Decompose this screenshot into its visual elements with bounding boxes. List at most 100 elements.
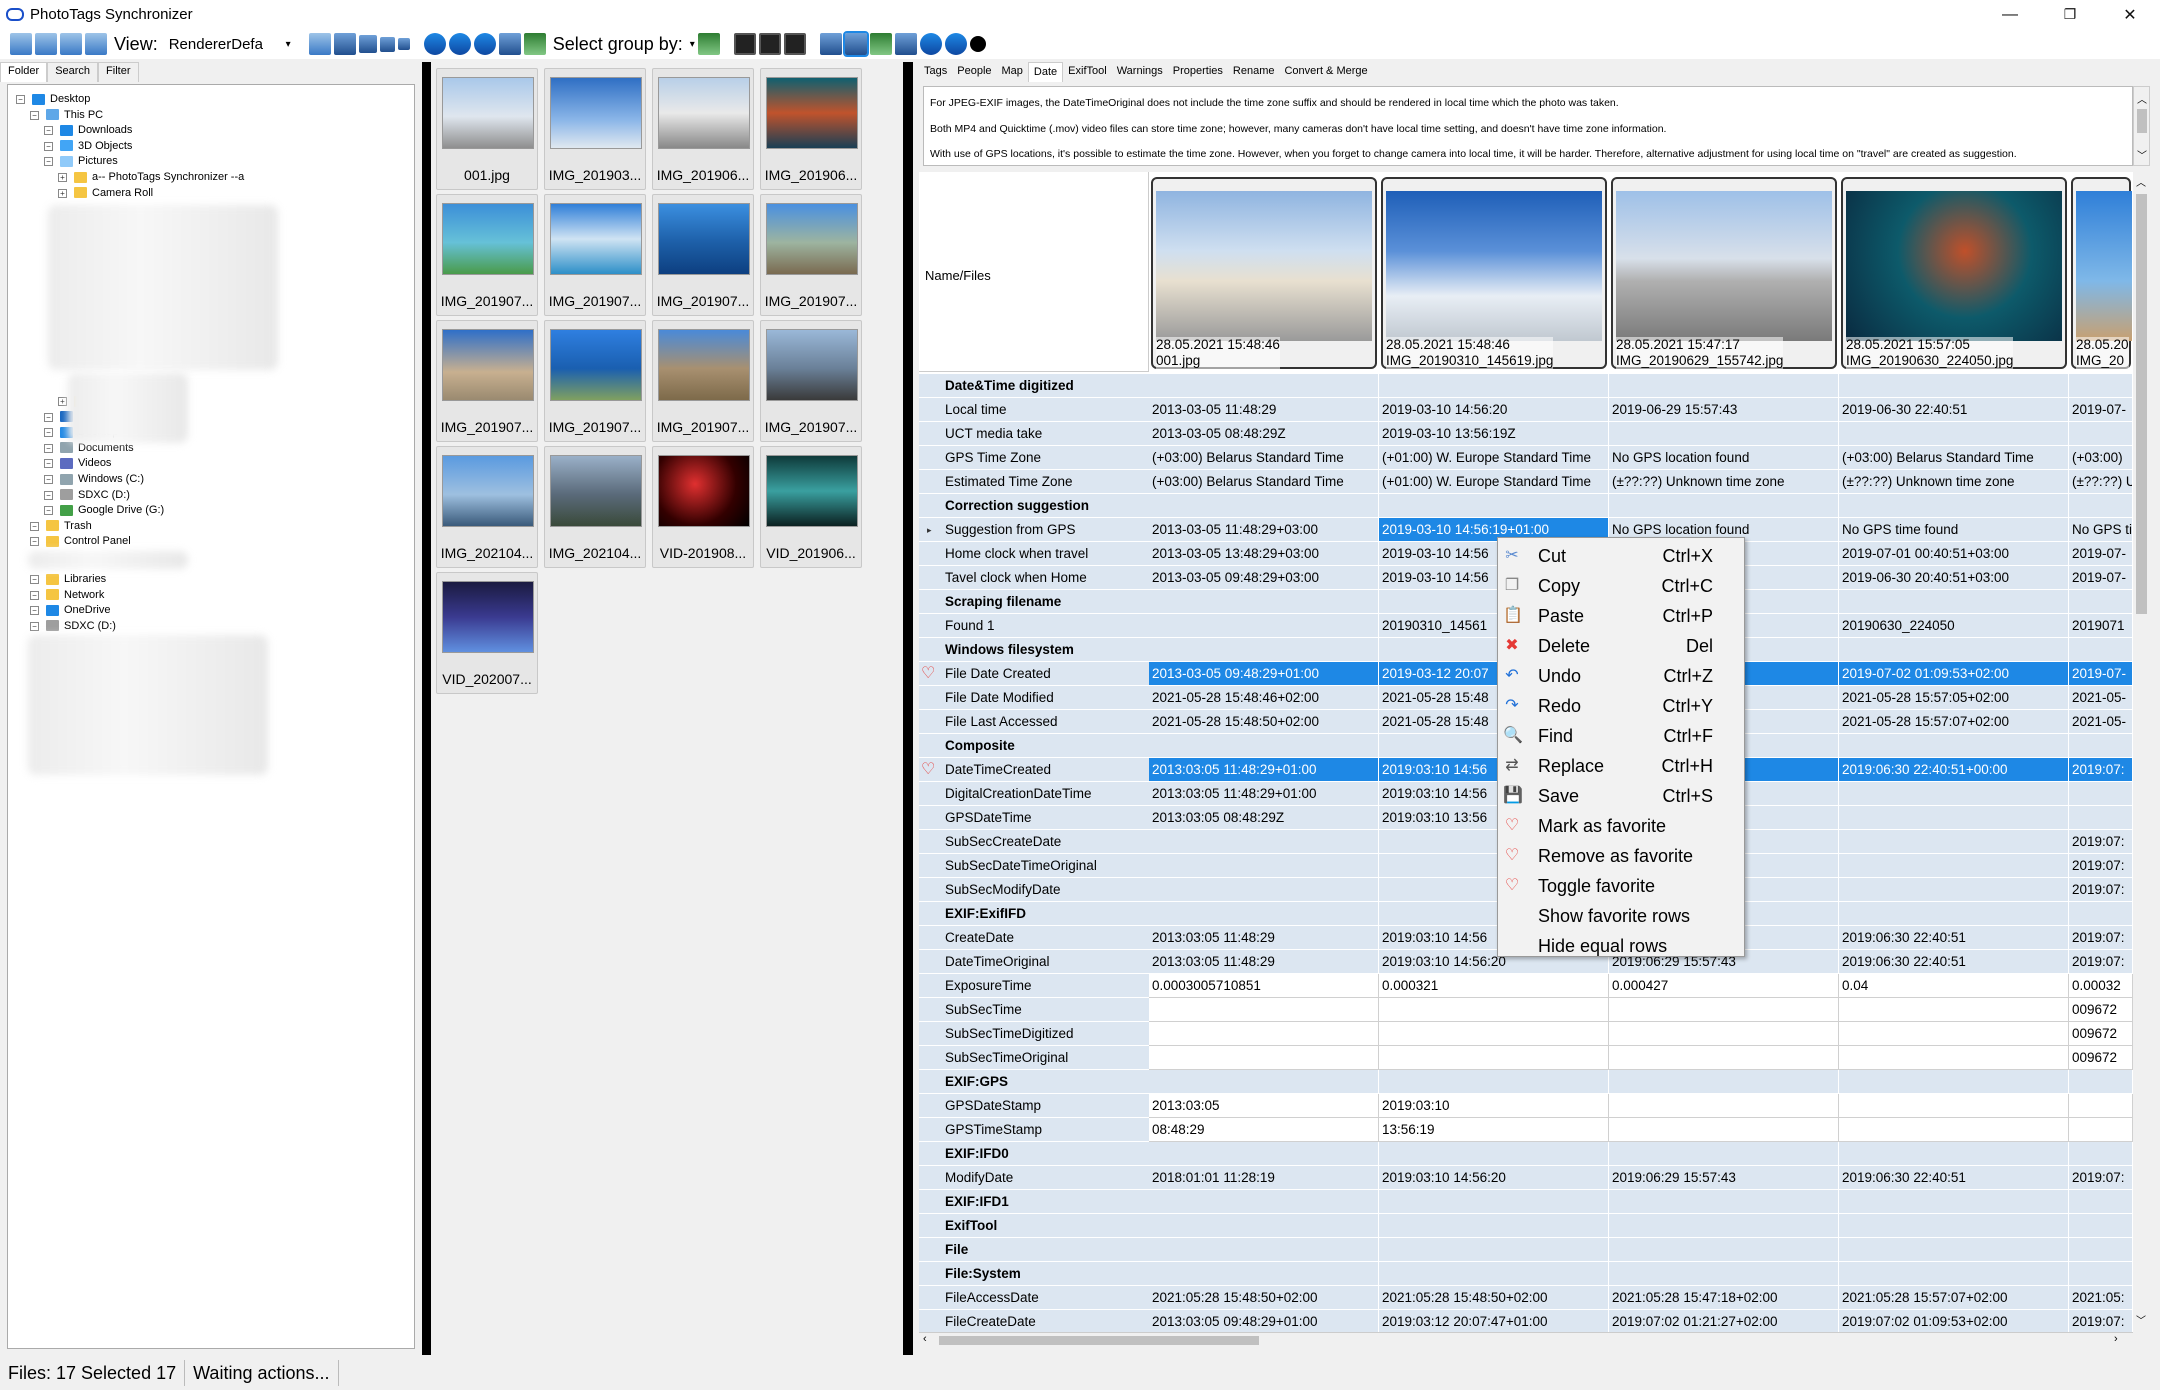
- grid-cell[interactable]: [1149, 1262, 1379, 1286]
- grid-cell[interactable]: [2069, 422, 2133, 446]
- grid-cell[interactable]: 2013-03-05 09:48:29+03:00: [1149, 566, 1379, 590]
- grid-cell[interactable]: 2019-07-: [2069, 662, 2133, 686]
- grid-cell[interactable]: 2019:06:30 22:40:51: [1839, 1166, 2069, 1190]
- layout-columns-icon[interactable]: [60, 33, 82, 55]
- grid-cell[interactable]: [2069, 806, 2133, 830]
- grid-row[interactable]: Local time 2013-03-05 11:48:29 2019-03-10 …: [919, 398, 2133, 422]
- tree-expander-icon[interactable]: −: [44, 459, 53, 469]
- grid-cell[interactable]: [1379, 374, 1609, 398]
- grid-cell[interactable]: [1149, 1142, 1379, 1166]
- grid-cell[interactable]: 2013:03:05: [1149, 1094, 1379, 1118]
- grid-cell[interactable]: 2019:07:: [2069, 830, 2133, 854]
- tree-item[interactable]: Google Drive (G:): [60, 502, 164, 518]
- grid-cell[interactable]: 2013:03:05 11:48:29+01:00: [1149, 758, 1379, 782]
- grid-cell[interactable]: [1839, 854, 2069, 878]
- media-icon[interactable]: [498, 33, 521, 55]
- grid-cell[interactable]: 2019:07:: [2069, 758, 2133, 782]
- tree-expander-icon[interactable]: −: [30, 606, 39, 616]
- context-menu-item-remove-as-favorite[interactable]: ♡ Remove as favorite: [1498, 841, 1746, 871]
- grid-cell[interactable]: [1839, 1238, 2069, 1262]
- splitter-right[interactable]: [903, 62, 913, 1355]
- grid-cell[interactable]: [1839, 782, 2069, 806]
- grid-cell[interactable]: 2019-03-10 14:56:20: [1379, 398, 1609, 422]
- grid-view-2-icon[interactable]: [758, 33, 781, 55]
- grid-cell[interactable]: [1609, 494, 1839, 518]
- grid-row[interactable]: Estimated Time Zone (+03:00) Belarus Stan…: [919, 470, 2133, 494]
- grid-cell[interactable]: 0.04: [1839, 974, 2069, 998]
- grid-cell[interactable]: [1379, 1214, 1609, 1238]
- grid-cell[interactable]: [1609, 1238, 1839, 1262]
- grid-cell[interactable]: [1839, 1190, 2069, 1214]
- image-tiny-icon[interactable]: [397, 38, 410, 50]
- grid-cell[interactable]: 009672: [2069, 1046, 2133, 1070]
- grid-cell[interactable]: 2021:05:28 15:48:50+02:00: [1149, 1286, 1379, 1310]
- tree-item[interactable]: Downloads: [60, 122, 132, 138]
- tree-item[interactable]: Network: [46, 587, 104, 603]
- grid-cell[interactable]: [1149, 494, 1379, 518]
- panel-toggle-icon[interactable]: [819, 33, 842, 55]
- grid-cell[interactable]: [1839, 1142, 2069, 1166]
- grid-cell[interactable]: [2069, 1238, 2133, 1262]
- info-icon[interactable]: [969, 36, 986, 52]
- grid-row[interactable]: UCT media take 2013-03-05 08:48:29Z 2019-0…: [919, 422, 2133, 446]
- panel-split-icon[interactable]: [842, 31, 869, 57]
- photo-column-header[interactable]: 28.05.2021 15:57:05 IMG_20190630_224050.j…: [1841, 177, 2067, 369]
- context-menu-item-hide-equal-rows[interactable]: Hide equal rows: [1498, 931, 1746, 961]
- rotate-left-icon[interactable]: [423, 33, 446, 55]
- grid-cell[interactable]: [1839, 734, 2069, 758]
- grid-cell[interactable]: [1379, 1022, 1609, 1046]
- grid-cell[interactable]: 2019:06:29 15:57:43: [1609, 1166, 1839, 1190]
- grid-cell[interactable]: 0.000427: [1609, 974, 1839, 998]
- tree-expander-icon[interactable]: −: [44, 126, 53, 136]
- grid-cell[interactable]: [2069, 494, 2133, 518]
- grid-cell[interactable]: 2013-03-05 08:48:29Z: [1149, 422, 1379, 446]
- tree-item[interactable]: Desktop: [32, 91, 90, 107]
- grid-cell[interactable]: 2019:03:10 14:56:20: [1379, 1166, 1609, 1190]
- grid-cell[interactable]: [1149, 902, 1379, 926]
- grid-cell[interactable]: (±??:??) U: [2069, 470, 2133, 494]
- grid-cell[interactable]: [1609, 374, 1839, 398]
- grid-cell[interactable]: 2019:07:: [2069, 1310, 2133, 1332]
- context-menu-item-delete[interactable]: ✖ Delete Del: [1498, 631, 1746, 661]
- tab-exiftool[interactable]: ExifTool: [1063, 62, 1112, 82]
- photo-column-header[interactable]: 28.05.20 IMG_20: [2071, 177, 2132, 369]
- grid-cell[interactable]: [1609, 1118, 1839, 1142]
- grid-row[interactable]: SubSecTimeDigitized 009672: [919, 1022, 2133, 1046]
- refresh-icon[interactable]: [448, 33, 471, 55]
- grid-cell[interactable]: [2069, 734, 2133, 758]
- tree-expander-icon[interactable]: −: [44, 412, 53, 422]
- grid-cell[interactable]: [2069, 1118, 2133, 1142]
- grid-cell[interactable]: [1839, 830, 2069, 854]
- thumbnail-item[interactable]: VID_201906...: [760, 446, 862, 568]
- grid-cell[interactable]: [1379, 1070, 1609, 1094]
- grid-cell[interactable]: 13:56:19: [1379, 1118, 1609, 1142]
- grid-row[interactable]: SubSecTime 009672: [919, 998, 2133, 1022]
- grid-vertical-scrollbar[interactable]: ︿ ﹀: [2133, 172, 2150, 1332]
- grid-cell[interactable]: 2019:07:: [2069, 878, 2133, 902]
- tree-item[interactable]: OneDrive: [46, 602, 110, 618]
- grid-cell[interactable]: [1609, 1094, 1839, 1118]
- grid-cell[interactable]: 2013:03:05 09:48:29+01:00: [1149, 1310, 1379, 1332]
- grid-cell[interactable]: [1149, 830, 1379, 854]
- image-medium-icon[interactable]: [358, 35, 377, 53]
- grid-cell[interactable]: 2019-03-10 13:56:19Z: [1379, 422, 1609, 446]
- grid-cell[interactable]: [1379, 1046, 1609, 1070]
- grid-cell[interactable]: [1149, 878, 1379, 902]
- sync-icon[interactable]: [523, 33, 546, 55]
- grid-cell[interactable]: [1149, 614, 1379, 638]
- grid-cell[interactable]: 2013:03:05 11:48:29: [1149, 926, 1379, 950]
- context-menu-item-toggle-favorite[interactable]: ♡ Toggle favorite: [1498, 871, 1746, 901]
- tree-item[interactable]: Pictures: [60, 153, 118, 169]
- thumbnail-item[interactable]: IMG_201906...: [652, 68, 754, 190]
- grid-cell[interactable]: [1149, 1190, 1379, 1214]
- grid-cell[interactable]: [1839, 638, 2069, 662]
- tree-item[interactable]: Control Panel: [46, 533, 131, 549]
- tree-item[interactable]: Libraries: [46, 571, 106, 587]
- grid-cell[interactable]: [1609, 1142, 1839, 1166]
- grid-cell[interactable]: 0.000321: [1379, 974, 1609, 998]
- grid-cell[interactable]: [2069, 1094, 2133, 1118]
- tree-item[interactable]: Trash: [46, 518, 92, 534]
- tree-expander-icon[interactable]: −: [30, 590, 39, 600]
- layout-grid-icon[interactable]: [10, 33, 32, 55]
- grid-cell[interactable]: [2069, 1190, 2133, 1214]
